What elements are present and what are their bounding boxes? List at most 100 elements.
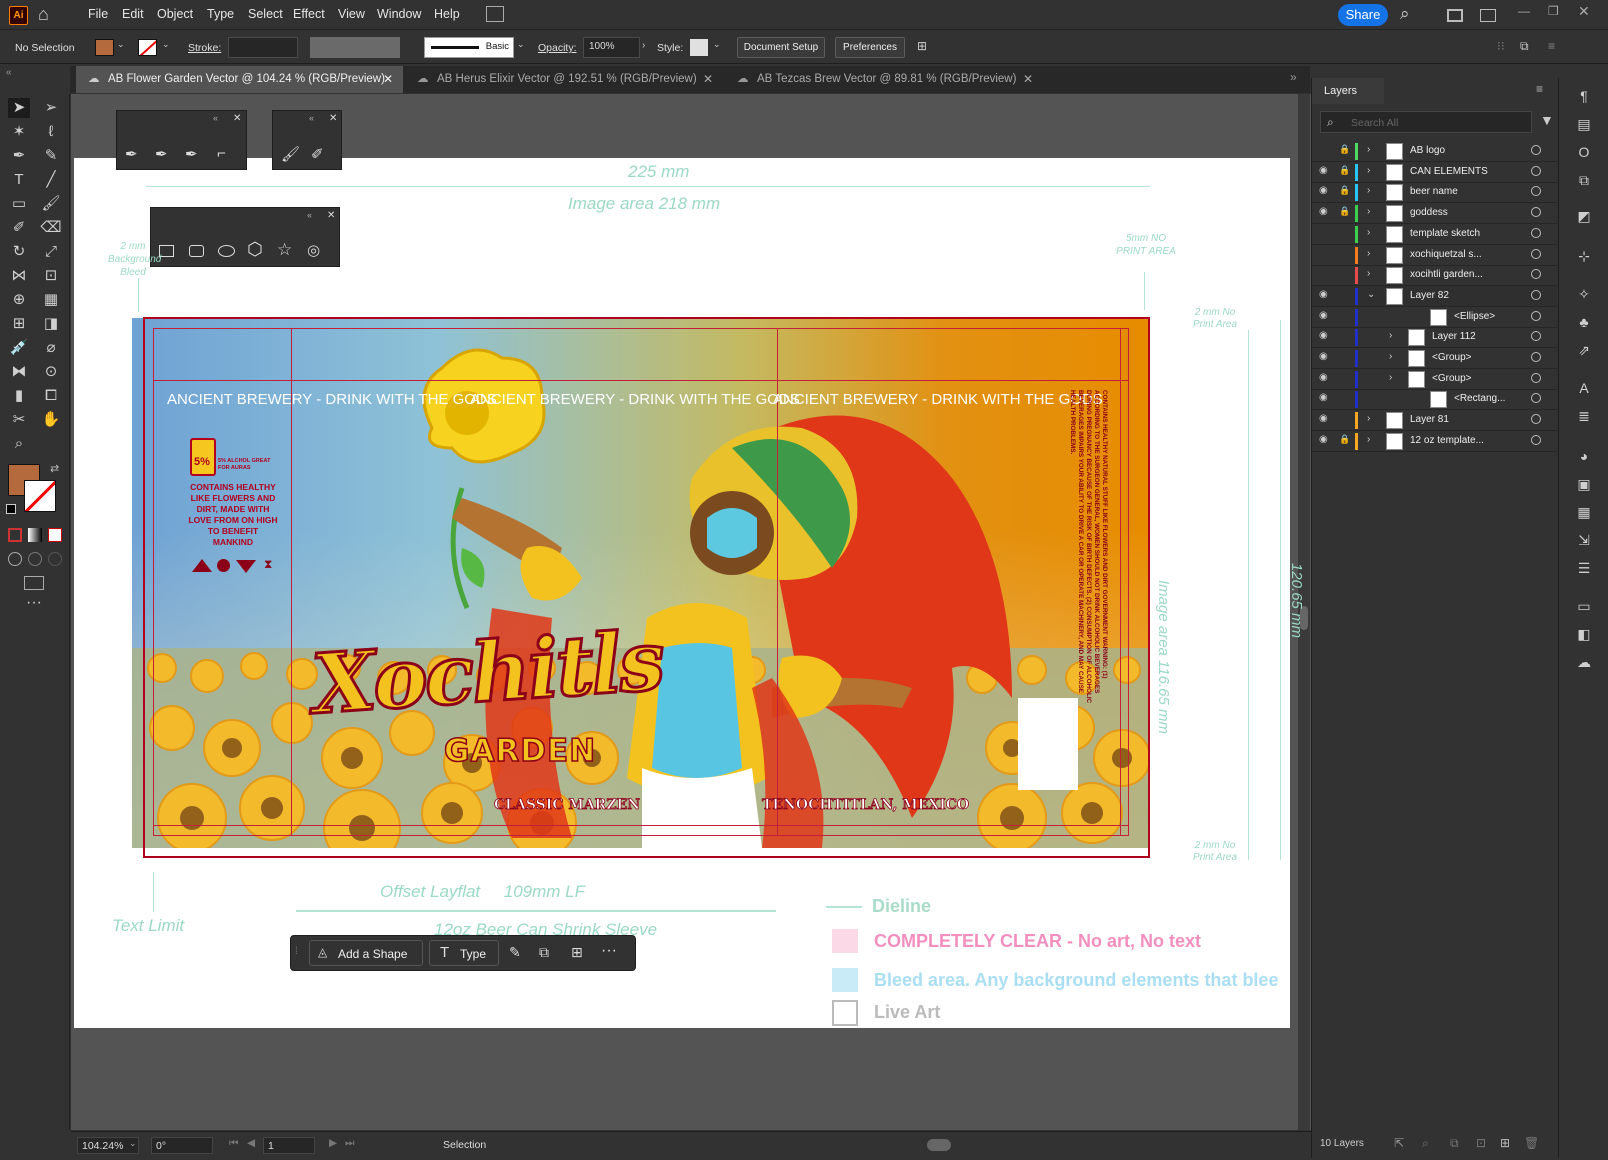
none-mode-icon[interactable] — [48, 528, 62, 542]
target-icon[interactable] — [1531, 207, 1541, 218]
panel-close-icon[interactable]: ✕ — [329, 113, 337, 124]
pencil-icon[interactable]: ✎ — [509, 944, 521, 961]
expand-arrow-icon[interactable]: › — [1367, 165, 1370, 176]
ellipse-icon[interactable] — [218, 245, 235, 257]
target-icon[interactable] — [1531, 352, 1541, 362]
layer-name[interactable]: goddess — [1410, 207, 1448, 218]
layer-row[interactable]: ◉ <Ellipse> — [1312, 307, 1557, 328]
shaper-tool-icon[interactable]: ✐ — [8, 218, 30, 238]
target-icon[interactable] — [1531, 145, 1541, 155]
new-sublayer-icon[interactable]: ⊡ — [1476, 1136, 1486, 1150]
close-tab-icon[interactable]: ✕ — [703, 66, 713, 93]
star-icon[interactable]: ☆ — [277, 240, 292, 260]
horizontal-scroll-thumb[interactable] — [927, 1139, 951, 1151]
stroke-weight-field[interactable] — [228, 37, 298, 58]
lasso-tool-icon[interactable]: ℓ — [40, 122, 62, 142]
menu-edit[interactable]: Edit — [122, 7, 144, 21]
direct-selection-tool-icon[interactable]: ➢ — [40, 98, 62, 118]
swap-colors-icon[interactable]: ⇄ — [50, 462, 59, 475]
layer-name[interactable]: Layer 82 — [1410, 290, 1449, 301]
workspace-icon[interactable] — [1447, 9, 1463, 22]
blob-brush-icon[interactable]: ✐ — [311, 145, 324, 163]
curvature-tool-icon[interactable]: ✎ — [40, 146, 62, 166]
column-graph-tool-icon[interactable]: ▮ — [8, 386, 30, 406]
eyedropper-tool-icon[interactable]: 💉 — [8, 338, 30, 358]
gradient-tool-icon[interactable]: ◨ — [40, 314, 62, 334]
brush-dropdown-icon[interactable]: ⌄ — [517, 39, 525, 50]
symbols-icon[interactable]: ♣ — [1573, 314, 1595, 334]
menu-file[interactable]: File — [88, 7, 108, 21]
rounded-rectangle-icon[interactable] — [189, 245, 204, 257]
default-colors-icon[interactable] — [6, 504, 16, 514]
panel-close-icon[interactable]: ✕ — [327, 210, 335, 221]
visibility-eye-icon[interactable]: ◉ — [1319, 392, 1328, 403]
target-icon[interactable] — [1531, 331, 1541, 342]
layer-row[interactable]: ◉ ⌄ Layer 82 — [1312, 285, 1557, 307]
next-artboard-icon[interactable]: ▶ — [329, 1137, 337, 1149]
layer-name[interactable]: <Group> — [1432, 373, 1471, 384]
layer-name[interactable]: <Ellipse> — [1454, 311, 1495, 322]
expand-arrow-icon[interactable]: › — [1389, 372, 1392, 383]
selection-tool-icon[interactable]: ➤ — [8, 98, 30, 118]
visibility-eye-icon[interactable]: ◉ — [1319, 206, 1328, 217]
minimize-icon[interactable]: — — [1518, 4, 1530, 18]
align-icon[interactable]: ⊞ — [917, 39, 927, 53]
target-icon[interactable] — [1531, 393, 1541, 404]
measure-tool-icon[interactable]: ⌀ — [40, 338, 62, 358]
fill-swatch[interactable] — [95, 39, 114, 56]
crop-artboard-icon[interactable]: ⧉ — [539, 944, 549, 961]
panel-menu-icon[interactable]: ≡ — [1536, 82, 1543, 96]
target-icon[interactable] — [1531, 414, 1541, 425]
visibility-eye-icon[interactable]: ◉ — [1319, 372, 1328, 383]
opacity-arrow-icon[interactable]: › — [642, 40, 645, 51]
stroke-swatch[interactable] — [138, 39, 157, 56]
close-window-icon[interactable]: ✕ — [1578, 3, 1590, 20]
gradient-mode-icon[interactable] — [28, 528, 42, 542]
expand-arrow-icon[interactable]: › — [1367, 206, 1370, 217]
stroke-dropdown-icon[interactable]: ⌄ — [162, 39, 170, 50]
width-tool-icon[interactable]: ⋈ — [8, 266, 30, 286]
lock-icon[interactable]: 🔒 — [1339, 165, 1350, 176]
panel-collapse-icon[interactable]: « — [307, 210, 312, 220]
preferences-button[interactable]: Preferences — [835, 37, 905, 58]
slice-tool-icon[interactable]: ✂ — [8, 410, 30, 430]
brush-definition-field[interactable]: Basic — [424, 37, 514, 58]
perspective-grid-tool-icon[interactable]: ▦ — [40, 290, 62, 310]
visibility-eye-icon[interactable]: ◉ — [1319, 434, 1328, 445]
menu-window[interactable]: Window — [377, 7, 421, 21]
symbol-sprayer-tool-icon[interactable]: ⊙ — [40, 362, 62, 382]
layer-name[interactable]: <Group> — [1432, 352, 1471, 363]
document-setup-button[interactable]: Document Setup — [737, 37, 825, 58]
filter-icon[interactable]: ▼ — [1540, 112, 1554, 128]
recolor-icon[interactable]: ⊞ — [571, 944, 583, 961]
new-layer-icon[interactable]: ⊞ — [1500, 1136, 1510, 1150]
shape-builder-tool-icon[interactable]: ⊕ — [8, 290, 30, 310]
draw-normal-icon[interactable] — [8, 552, 22, 566]
target-icon[interactable] — [1531, 434, 1541, 445]
target-icon[interactable] — [1531, 165, 1541, 176]
panel-layout-icon[interactable] — [1480, 9, 1496, 22]
menu-help[interactable]: Help — [434, 7, 460, 21]
expand-arrow-icon[interactable]: › — [1367, 185, 1370, 196]
mesh-tool-icon[interactable]: ⊞ — [8, 314, 30, 334]
visibility-eye-icon[interactable]: ◉ — [1319, 289, 1328, 300]
links-icon[interactable]: ⇗ — [1573, 342, 1595, 362]
add-shape-button[interactable]: ◬ Add a Shape — [309, 940, 423, 966]
transform-icon[interactable]: ⁝⁝ — [1497, 39, 1505, 53]
target-icon[interactable] — [1531, 269, 1541, 280]
expand-arrow-icon[interactable]: › — [1367, 413, 1370, 424]
locate-object-icon[interactable]: ⌕ — [1422, 1136, 1429, 1151]
transform-panel-icon[interactable]: ⊹ — [1573, 248, 1595, 268]
image-trace-icon[interactable]: ☁ — [1573, 654, 1595, 674]
pen-icon[interactable]: ✒ — [125, 145, 138, 163]
export-icon[interactable]: ⇱ — [1394, 1136, 1404, 1150]
fill-dropdown-icon[interactable]: ⌄ — [117, 39, 125, 50]
menu-select[interactable]: Select — [248, 7, 283, 21]
zoom-tool-icon[interactable]: ⌕ — [8, 434, 30, 454]
magic-icon[interactable]: ✧ — [1573, 286, 1595, 306]
visibility-eye-icon[interactable]: ◉ — [1319, 185, 1328, 196]
swatches-icon[interactable]: ▣ — [1573, 476, 1595, 496]
free-transform-tool-icon[interactable]: ⊡ — [40, 266, 62, 286]
visibility-eye-icon[interactable]: ◉ — [1319, 310, 1328, 321]
draw-inside-icon[interactable] — [48, 552, 62, 566]
